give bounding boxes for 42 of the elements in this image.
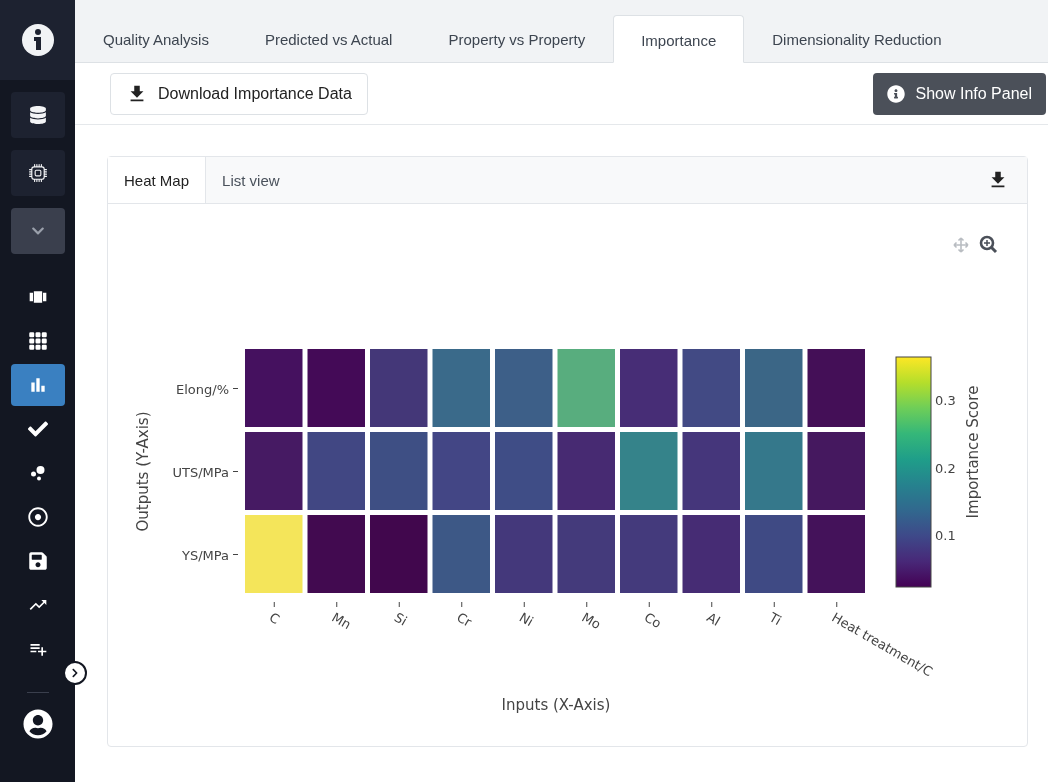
y-tick-label: Elong/% xyxy=(176,381,229,397)
save-icon xyxy=(27,551,48,571)
x-tick-label: C xyxy=(266,609,283,628)
grid-icon xyxy=(27,331,48,351)
info-panel-button[interactable]: Show Info Panel xyxy=(873,72,1046,115)
target-icon xyxy=(27,507,48,527)
y-axis-title: Outputs (Y-Axis) xyxy=(134,411,152,532)
x-tick-label: Cr xyxy=(454,609,475,630)
y-tick-label: YS/MPa xyxy=(182,547,229,563)
check-icon xyxy=(27,419,48,439)
x-tick-label: Mn xyxy=(329,609,354,633)
tab[interactable]: Predicted vs Actual xyxy=(236,16,421,63)
collapse-toggle[interactable] xyxy=(63,661,87,685)
tab[interactable]: Dimensionality Reduction xyxy=(744,16,970,63)
dots-icon xyxy=(29,465,46,481)
tab[interactable]: Property vs Property xyxy=(420,16,614,63)
x-axis-title: Inputs (X-Axis) xyxy=(501,696,611,714)
view-tab[interactable]: Heat Map xyxy=(108,157,207,203)
x-tick-label: Ni xyxy=(516,609,536,630)
colorbar-tick-label: 0.1 xyxy=(935,528,956,543)
logo-icon xyxy=(20,23,55,57)
x-tick-label: Al xyxy=(704,609,723,629)
colorbar-title: Importance Score xyxy=(964,385,982,519)
download-button[interactable]: Download Importance Data xyxy=(110,72,368,115)
colorbar-tick-label: 0.2 xyxy=(935,460,956,476)
tab[interactable]: Importance xyxy=(613,15,745,63)
x-tick-label: Mo xyxy=(579,609,604,633)
sidebar-item[interactable] xyxy=(10,364,65,406)
x-tick-label: Ti xyxy=(766,609,784,629)
database-button[interactable] xyxy=(10,92,65,138)
info-icon xyxy=(887,84,906,103)
database-icon xyxy=(28,106,47,124)
chip-button[interactable] xyxy=(10,150,65,196)
tab[interactable]: Quality Analysis xyxy=(75,16,237,63)
y-tick-label: UTS/MPa xyxy=(172,464,229,480)
x-tick-label: Co xyxy=(641,609,664,632)
colorbar-tick-label: 0.3 xyxy=(935,393,956,408)
view-tab[interactable]: List view xyxy=(206,157,297,203)
chevron-right-icon xyxy=(70,668,80,678)
chip-icon xyxy=(28,164,47,182)
x-tick-label: Si xyxy=(391,609,410,629)
zoom-icon[interactable] xyxy=(979,235,998,254)
